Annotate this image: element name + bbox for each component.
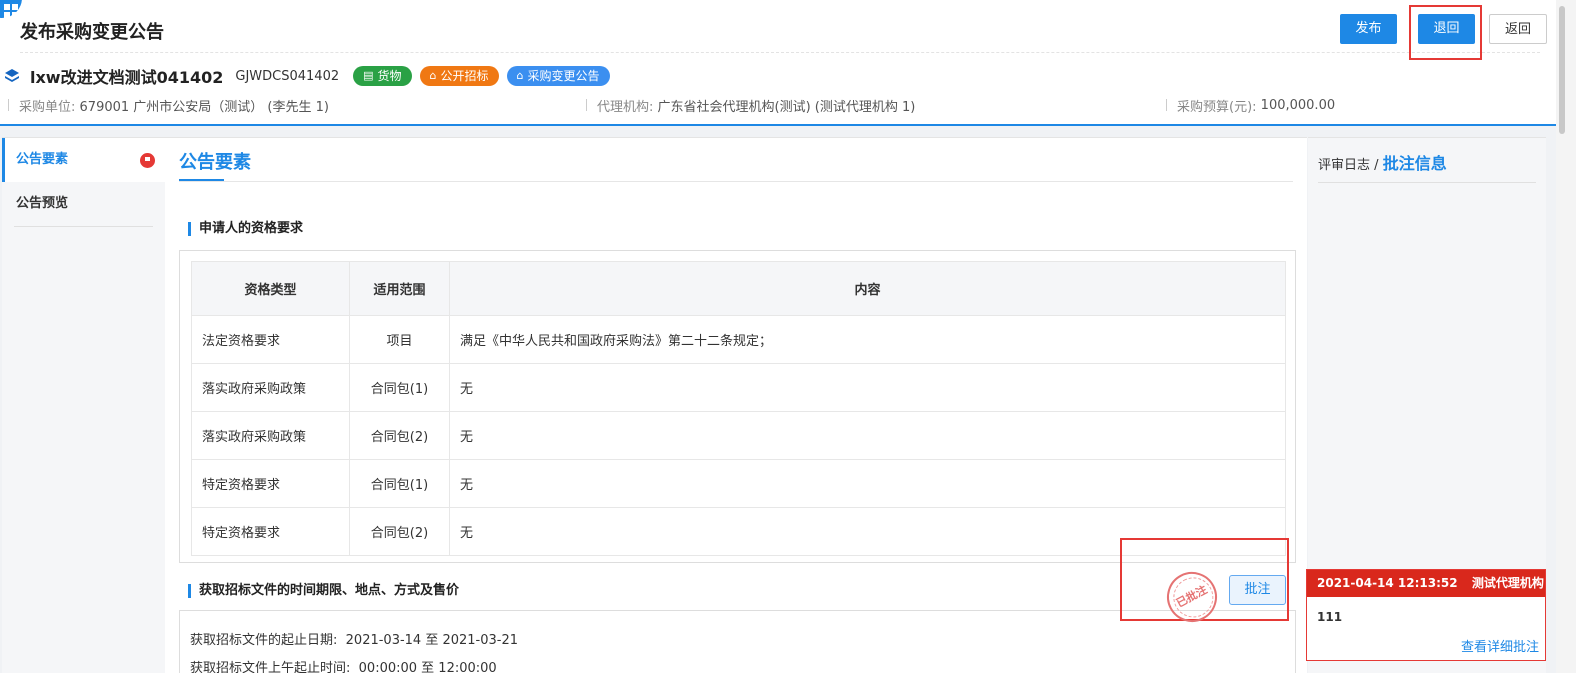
qualification-table-wrap: 资格类型 适用范围 内容 法定资格要求 项目 满足《中华人民共和国政府采购法》第…: [179, 250, 1296, 563]
column-header: 适用范围: [349, 261, 450, 316]
basket-icon: ⌂: [429, 69, 437, 82]
page-header: 发布采购变更公告 发布 退回 返回 lxw改进文档测试041402 GJWDCS…: [0, 0, 1556, 126]
info-budget: 采购预算(元): 100,000.00: [1166, 96, 1335, 115]
tag-goods: ▤ 货物: [353, 66, 412, 86]
sidebar-item-notice-elements[interactable]: 公告要素: [2, 138, 165, 182]
layers-icon: [5, 69, 19, 82]
annotation-card-header: 2021-04-14 12:13:52 测试代理机构: [1307, 570, 1545, 597]
column-header: 内容: [449, 261, 1286, 316]
section-heading: 公告要素: [179, 152, 251, 173]
view-annotation-details-link[interactable]: 查看详细批注: [1461, 636, 1539, 655]
qualification-table: 资格类型 适用范围 内容 法定资格要求 项目 满足《中华人民共和国政府采购法》第…: [191, 261, 1286, 556]
section-title-qualification: 申请人的资格要求: [188, 222, 303, 236]
building-icon: ⌂: [516, 69, 524, 82]
morning-time-line: 获取招标文件上午起止时间: 00:00:00 至 12:00:00: [190, 661, 497, 673]
document-icon: ▤: [363, 69, 374, 82]
project-code: GJWDCS041402: [235, 68, 340, 84]
page-scrollbar[interactable]: [1556, 0, 1576, 673]
table-row: 法定资格要求 项目 满足《中华人民共和国政府采购法》第二十二条规定；: [191, 315, 1286, 364]
publish-button[interactable]: 发布: [1340, 14, 1397, 44]
project-name: lxw改进文档测试041402: [30, 68, 224, 87]
sidebar: 公告要素 公告预览: [2, 137, 165, 673]
annotation-time: 2021-04-14 12:13:52: [1317, 576, 1458, 590]
page-title: 发布采购变更公告: [20, 22, 164, 43]
annotation-card: 2021-04-14 12:13:52 测试代理机构 111 查看详细批注: [1306, 569, 1546, 661]
table-row: 落实政府采购政策 合同包(1) 无: [191, 363, 1286, 412]
annotate-button[interactable]: 批注: [1229, 575, 1286, 605]
info-purchaser: 采购单位: 679001 广州市公安局（测试） (李先生 1): [8, 96, 329, 115]
tag-change-notice: ⌂ 采购变更公告: [506, 66, 610, 86]
project-row: lxw改进文档测试041402 GJWDCS041402 ▤ 货物 ⌂ 公开招标 ⌂…: [4, 64, 618, 88]
section-title-document-access: 获取招标文件的时间期限、地点、方式及售价: [188, 584, 459, 598]
app-logo-icon: [0, 0, 22, 18]
info-agency: 代理机构: 广东省社会代理机构(测试) (测试代理机构 1): [586, 96, 915, 115]
date-range-line: 获取招标文件的起止日期: 2021-03-14 至 2021-03-21: [190, 633, 519, 648]
tag-open-tender: ⌂ 公开招标: [419, 66, 499, 86]
annotation-text: 111: [1317, 610, 1343, 624]
flag-icon: [140, 153, 155, 168]
table-row: 落实政府采购政策 合同包(2) 无: [191, 411, 1286, 460]
annotation-author: 测试代理机构: [1471, 576, 1544, 590]
main-content: 公告要素 申请人的资格要求 资格类型 适用范围 内容 法定资格要求 项目 满足《…: [165, 137, 1307, 673]
column-header: 资格类型: [191, 261, 350, 316]
send-back-button[interactable]: 退回: [1418, 14, 1475, 44]
scrollbar-thumb[interactable]: [1559, 6, 1565, 134]
return-button[interactable]: 返回: [1489, 14, 1547, 44]
table-row: 特定资格要求 合同包(1) 无: [191, 459, 1286, 508]
sidebar-item-notice-preview[interactable]: 公告预览: [2, 182, 165, 226]
title-divider: [20, 52, 1540, 53]
right-panel-tabs: 评审日志 / 批注信息: [1318, 154, 1447, 173]
tab-review-log[interactable]: 评审日志: [1318, 158, 1370, 173]
tab-annotations[interactable]: 批注信息: [1383, 154, 1447, 173]
